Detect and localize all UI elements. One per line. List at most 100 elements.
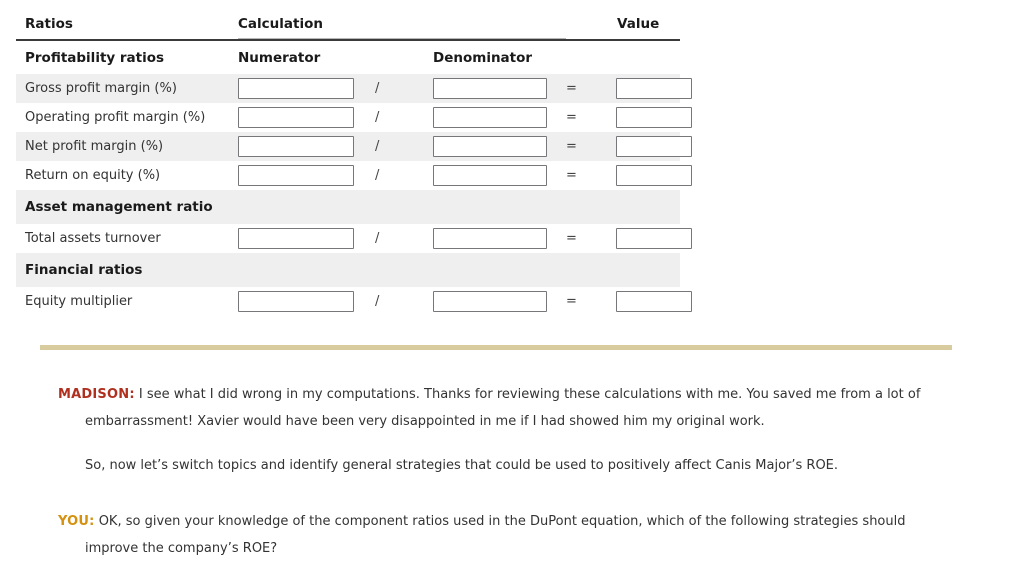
numerator-input-return-on-equity[interactable] <box>238 165 354 186</box>
divide-operator: / <box>375 287 433 316</box>
equals-operator-glyph: = <box>566 294 577 309</box>
subheader-row-profitability: Profitability ratios Numerator Denominat… <box>16 40 680 74</box>
divide-operator-glyph: / <box>375 139 380 154</box>
equals-operator: = <box>566 287 616 316</box>
denominator-cell <box>433 287 566 316</box>
value-cell <box>616 224 693 253</box>
row-label-gross-profit-margin: Gross profit margin (%) <box>16 74 238 103</box>
section-header-financial-ratios: Financial ratios <box>16 253 681 287</box>
ratios-table: Ratios Calculation Value Profitability r… <box>16 12 693 316</box>
divide-operator: / <box>375 224 433 253</box>
row-label-total-assets-turnover: Total assets turnover <box>25 231 161 246</box>
numerator-input-net-profit-margin[interactable] <box>238 136 354 157</box>
madison-paragraph-1: MADISON: I see what I did wrong in my co… <box>0 381 948 435</box>
divide-operator-glyph: / <box>375 81 380 96</box>
equals-operator: = <box>566 224 616 253</box>
madison-paragraph-2-text: So, now let’s switch topics and identify… <box>85 458 839 473</box>
section-title-asset-management: Asset management ratio <box>16 190 681 224</box>
value-cell <box>616 74 693 103</box>
equals-operator-glyph: = <box>566 81 577 96</box>
value-input-operating-profit-margin[interactable] <box>616 107 693 128</box>
numerator-input-total-assets-turnover[interactable] <box>238 228 354 249</box>
value-input-total-assets-turnover[interactable] <box>616 228 693 249</box>
value-cell <box>616 161 693 190</box>
numerator-cell <box>238 224 375 253</box>
table-row: Operating profit margin (%) / = <box>16 103 693 132</box>
dialogue-panel: MADISON: I see what I did wrong in my co… <box>0 381 1025 562</box>
denominator-input-net-profit-margin[interactable] <box>433 136 547 157</box>
equals-operator: = <box>566 74 617 103</box>
divide-operator-glyph: / <box>375 294 380 309</box>
value-input-return-on-equity[interactable] <box>616 165 693 186</box>
dialogue-entry-you: YOU: OK, so given your knowledge of the … <box>0 508 1025 562</box>
value-input-equity-multiplier[interactable] <box>616 291 693 312</box>
section-title-profitability: Profitability ratios <box>25 50 165 66</box>
divide-operator: / <box>375 74 433 103</box>
numerator-cell <box>238 132 375 161</box>
ratios-table-container: Ratios Calculation Value Profitability r… <box>16 12 693 316</box>
denominator-input-operating-profit-margin[interactable] <box>433 107 547 128</box>
denominator-input-gross-profit-margin[interactable] <box>433 78 547 99</box>
divide-operator: / <box>375 132 433 161</box>
value-input-net-profit-margin[interactable] <box>616 136 693 157</box>
numerator-cell <box>238 103 375 132</box>
column-header-spacer <box>566 12 617 41</box>
table-row: Equity multiplier / = <box>16 287 693 316</box>
value-cell <box>616 103 693 132</box>
column-header-calculation: Calculation <box>238 12 567 41</box>
section-divider <box>40 345 952 350</box>
madison-paragraph-1-text: I see what I did wrong in my computation… <box>85 387 921 429</box>
subheader-spacer-1 <box>375 40 433 74</box>
divide-operator-glyph: / <box>375 231 380 246</box>
numerator-cell <box>238 74 375 103</box>
denominator-input-equity-multiplier[interactable] <box>433 291 547 312</box>
column-header-numerator: Numerator <box>238 50 321 66</box>
denominator-cell <box>433 224 566 253</box>
row-label-equity-multiplier: Equity multiplier <box>25 294 133 309</box>
table-row: Gross profit margin (%) / = <box>16 74 693 103</box>
equals-operator-glyph: = <box>566 139 577 154</box>
denominator-cell <box>433 74 567 103</box>
divide-operator-glyph: / <box>375 110 380 125</box>
dialogue-entry-madison: MADISON: I see what I did wrong in my co… <box>0 381 1025 479</box>
table-row: Net profit margin (%) / = <box>16 132 693 161</box>
numerator-cell <box>238 161 375 190</box>
calculation-underline <box>238 38 567 39</box>
denominator-input-return-on-equity[interactable] <box>433 165 547 186</box>
equals-operator-glyph: = <box>566 231 577 246</box>
table-row: Return on equity (%) / = <box>16 161 693 190</box>
section-title-financial-ratios: Financial ratios <box>16 253 681 287</box>
value-cell <box>616 132 693 161</box>
value-cell <box>616 287 693 316</box>
numerator-input-equity-multiplier[interactable] <box>238 291 354 312</box>
denominator-cell <box>433 132 567 161</box>
denominator-cell <box>433 103 566 132</box>
you-paragraph-1-text: OK, so given your knowledge of the compo… <box>85 514 906 556</box>
column-header-value: Value <box>616 12 681 41</box>
divide-operator: / <box>375 103 433 132</box>
divide-operator: / <box>375 161 433 190</box>
column-header-ratios: Ratios <box>16 12 238 41</box>
equals-operator-glyph: = <box>566 110 577 125</box>
column-header-denominator: Denominator <box>433 50 533 66</box>
table-row: Total assets turnover / = <box>16 224 693 253</box>
equals-operator-glyph: = <box>566 168 577 183</box>
section-header-asset-management: Asset management ratio <box>16 190 681 224</box>
row-label-return-on-equity: Return on equity (%) <box>25 168 161 183</box>
table-header-row: Ratios Calculation Value <box>16 12 681 41</box>
you-paragraph-1: YOU: OK, so given your knowledge of the … <box>0 508 948 562</box>
numerator-cell <box>238 287 375 316</box>
speaker-label-madison: MADISON: <box>58 387 135 402</box>
value-input-gross-profit-margin[interactable] <box>616 78 693 99</box>
numerator-input-operating-profit-margin[interactable] <box>238 107 354 128</box>
divide-operator-glyph: / <box>375 168 380 183</box>
equals-operator: = <box>566 132 617 161</box>
dialogue-spacer <box>0 479 1025 508</box>
subheader-spacer-2 <box>616 40 680 74</box>
denominator-cell <box>433 161 566 190</box>
row-label-net-profit-margin: Net profit margin (%) <box>16 132 238 161</box>
denominator-input-total-assets-turnover[interactable] <box>433 228 547 249</box>
row-label-operating-profit-margin: Operating profit margin (%) <box>25 110 206 125</box>
numerator-input-gross-profit-margin[interactable] <box>238 78 354 99</box>
